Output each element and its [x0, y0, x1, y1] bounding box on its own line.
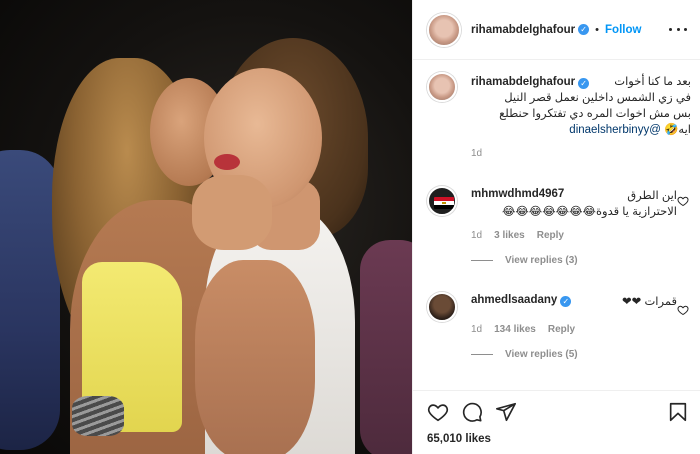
action-icons	[427, 401, 689, 425]
photo-hand	[192, 175, 272, 250]
more-icon[interactable]	[669, 22, 687, 36]
caption-timestamp[interactable]: 1d	[471, 148, 691, 159]
heart-icon[interactable]	[427, 401, 449, 423]
commenter-username[interactable]: ahmedlsaadany	[471, 294, 557, 306]
background-person	[0, 150, 60, 450]
bookmark-icon[interactable]	[667, 401, 689, 423]
verified-badge-icon: ✓	[578, 24, 590, 35]
commenter-avatar[interactable]	[427, 186, 457, 216]
follow-button[interactable]: Follow	[605, 24, 641, 36]
comment-heart-icon[interactable]	[677, 304, 689, 316]
comment-content: mhmwdhmd4967 اين الطرق الاحترازية يا قدو…	[471, 188, 677, 266]
post-actions-footer: 65,010 likes	[413, 390, 700, 454]
comment-likes[interactable]: 3 likes	[494, 230, 525, 241]
author-username[interactable]: rihamabdelghafour	[471, 24, 575, 36]
author-meta: rihamabdelghafour ✓ • Follow	[471, 24, 641, 36]
commenter-username-wrap: ahmedlsaadany ✓	[471, 294, 572, 307]
reply-button[interactable]: Reply	[537, 230, 564, 241]
caption-line-3: بس مش اخوات المره دي تفتكروا حنطلع	[499, 108, 691, 120]
caption-line-4: ايه🤣 @dinaelsherbinyy	[471, 122, 691, 138]
share-icon[interactable]	[495, 401, 517, 423]
comment-likes[interactable]: 134 likes	[494, 324, 536, 335]
reply-button[interactable]: Reply	[548, 324, 575, 335]
author-avatar[interactable]	[427, 12, 461, 47]
post-likes-count[interactable]: 65,010 likes	[427, 433, 491, 445]
caption-mention-link[interactable]: @dinaelsherbinyy	[569, 124, 661, 136]
comment-timestamp[interactable]: 1d	[471, 230, 482, 241]
comment-heart-icon[interactable]	[677, 195, 689, 207]
background-person	[360, 240, 412, 454]
caption-line-1: بعد ما كنا أخوات	[614, 76, 691, 88]
photo-bracelet	[72, 396, 124, 436]
post-photo[interactable]	[0, 0, 412, 454]
comment-content: ahmedlsaadany ✓ قمرات ❤❤ 1d 134 likes Rep…	[471, 294, 677, 360]
comment-text-line-1: اين الطرق	[627, 190, 677, 202]
caption-line-2: في زي الشمس داخلين نعمل قصر النيل	[504, 92, 691, 104]
verified-badge-icon: ✓	[578, 77, 590, 89]
view-replies-button[interactable]: View replies (5)	[471, 349, 677, 360]
post-side-panel: rihamabdelghafour ✓ • Follow rihamabdelg…	[412, 0, 700, 454]
replies-divider	[471, 260, 493, 261]
commenter-avatar[interactable]	[427, 292, 457, 322]
instagram-post: rihamabdelghafour ✓ • Follow rihamabdelg…	[0, 0, 700, 454]
comment-icon[interactable]	[461, 401, 483, 423]
comment-actions: 1d 134 likes Reply	[471, 324, 677, 335]
caption-content: rihamabdelghafour ✓ بعد ما كنا أخوات في ز…	[471, 74, 691, 160]
caption-line-4-suffix: ايه🤣	[664, 124, 691, 136]
verified-badge-icon: ✓	[560, 296, 572, 307]
comment-text-line-1: قمرات ❤❤	[622, 296, 677, 308]
post-header: rihamabdelghafour ✓ • Follow	[413, 0, 700, 60]
photo-lips	[214, 154, 240, 170]
caption-username-wrap: rihamabdelghafour ✓	[471, 76, 590, 89]
view-replies-label: View replies (3)	[505, 255, 578, 266]
photo-arm	[195, 260, 315, 454]
comment-actions: 1d 3 likes Reply	[471, 230, 677, 241]
egypt-flag-icon	[434, 197, 454, 209]
commenter-username[interactable]: mhmwdhmd4967	[471, 188, 564, 200]
separator-dot: •	[595, 23, 600, 36]
caption-author-avatar[interactable]	[427, 72, 457, 102]
replies-divider	[471, 354, 493, 355]
caption-username[interactable]: rihamabdelghafour	[471, 76, 575, 88]
view-replies-label: View replies (5)	[505, 349, 578, 360]
comment-timestamp[interactable]: 1d	[471, 324, 482, 335]
view-replies-button[interactable]: View replies (3)	[471, 255, 677, 266]
comment-text-line-2: الاحترازية يا قدوة😂😂😂😂😂😂😂	[501, 206, 677, 218]
